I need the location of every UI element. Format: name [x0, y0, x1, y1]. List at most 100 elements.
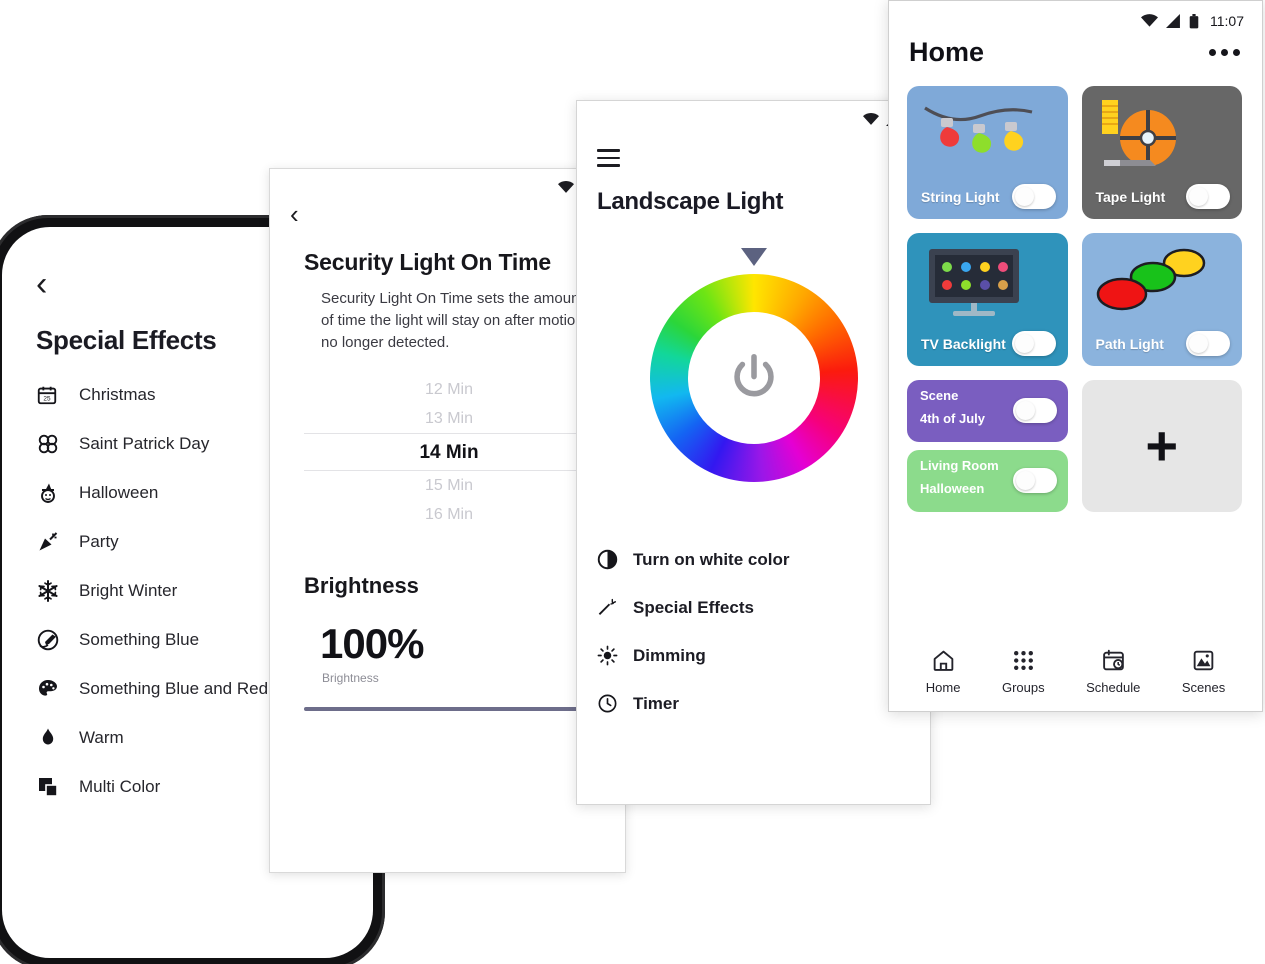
device-card-tv-backlight[interactable]: TV Backlight — [907, 233, 1068, 366]
device-name: TV Backlight — [921, 335, 1006, 352]
layers-icon — [36, 775, 76, 799]
device-toggle[interactable] — [1011, 331, 1056, 356]
device-card-path-light[interactable]: Path Light — [1081, 233, 1243, 366]
device-toggle[interactable] — [1186, 331, 1230, 356]
tv-backlight-art — [921, 245, 1033, 323]
scene-toggle[interactable] — [1012, 468, 1057, 493]
power-icon — [725, 349, 783, 407]
card-footer: TV Backlight — [907, 331, 1068, 356]
tape-light-art — [1096, 98, 1206, 176]
scenes-icon — [1191, 648, 1216, 673]
brightness-icon — [597, 645, 633, 666]
picker-option[interactable]: 12 Min — [304, 375, 594, 404]
clover-icon — [36, 432, 76, 456]
magic-wand-icon — [597, 597, 633, 618]
brightness-value: 100% — [320, 619, 424, 667]
power-button[interactable] — [687, 311, 820, 444]
list-item-label: Something Blue and Red — [79, 678, 269, 698]
picker-option-selected[interactable]: 14 Min — [304, 432, 594, 471]
device-toggle[interactable] — [1186, 184, 1230, 209]
nav-label: Groups — [1001, 680, 1045, 695]
nav-label: Scenes — [1181, 680, 1226, 695]
device-card-string-light[interactable]: String Light — [907, 86, 1068, 219]
page-title: Home — [909, 37, 985, 67]
brightness-heading: Brightness — [304, 572, 419, 598]
page-description: Security Light On Time sets the amount o… — [321, 290, 599, 352]
flame-icon — [36, 726, 76, 750]
status-bar — [577, 101, 930, 127]
contrast-icon — [597, 549, 633, 570]
battery-icon — [1189, 13, 1199, 29]
status-bar — [270, 169, 625, 195]
device-name: Tape Light — [1095, 188, 1166, 205]
hamburger-icon[interactable] — [577, 127, 930, 167]
home-screen: 11:07 Home String Light Tape Light TV Ba… — [888, 0, 1263, 712]
list-item-label: Something Blue — [79, 629, 200, 649]
color-wheel-control[interactable] — [577, 230, 930, 520]
paint-brush-circle-icon — [36, 628, 76, 652]
picker-option[interactable]: 13 Min — [304, 404, 594, 433]
nav-item-groups[interactable]: Groups — [1002, 648, 1045, 695]
wifi-icon — [558, 180, 574, 194]
path-light-art — [1096, 245, 1208, 321]
wifi-icon — [1141, 14, 1158, 28]
nav-item-scenes[interactable]: Scenes — [1182, 648, 1225, 695]
schedule-icon — [1101, 648, 1126, 673]
nav-item-home[interactable]: Home — [925, 648, 961, 695]
device-grid: String Light Tape Light TV Backlight Pat… — [889, 68, 1262, 512]
more-horizontal-icon[interactable] — [1209, 49, 1240, 56]
list-item-label: Party — [79, 531, 119, 551]
menu-item-label: Dimming — [633, 645, 706, 665]
page-title: Landscape Light — [597, 187, 784, 215]
device-toggle[interactable] — [1011, 184, 1056, 209]
string-light-art — [921, 98, 1036, 170]
menu-item-timer[interactable]: Timer — [597, 680, 930, 728]
device-name: String Light — [921, 188, 1000, 205]
list-item-label: Warm — [79, 727, 124, 747]
nav-label: Home — [925, 680, 961, 695]
list-item-label: Halloween — [79, 482, 159, 502]
list-item-label: Christmas — [79, 384, 156, 404]
menu-item-label: Special Effects — [633, 597, 754, 617]
menu-item-label: Turn on white color — [633, 549, 790, 569]
status-time: 11:07 — [1210, 13, 1244, 29]
home-icon — [931, 648, 956, 673]
nav-label: Schedule — [1086, 680, 1141, 695]
on-time-picker[interactable]: 12 Min 13 Min 14 Min 15 Min 16 Min — [270, 375, 625, 529]
scene-toggle[interactable] — [1012, 398, 1057, 423]
color-wheel[interactable] — [649, 273, 858, 482]
landscape-menu-list: Turn on white color Special Effects Dimm… — [577, 520, 930, 728]
nav-item-schedule[interactable]: Schedule — [1086, 648, 1140, 695]
brightness-caption: Brightness — [322, 670, 379, 685]
card-footer: Path Light — [1082, 331, 1243, 356]
picker-option[interactable]: 16 Min — [304, 500, 594, 529]
card-footer: String Light — [907, 184, 1068, 209]
palette-icon — [36, 677, 76, 701]
chevron-left-icon[interactable]: ‹ — [270, 195, 625, 227]
picker-option[interactable]: 15 Min — [304, 471, 594, 500]
home-header: Home — [889, 31, 1262, 68]
grid-icon — [1011, 648, 1036, 673]
device-card-tape-light[interactable]: Tape Light — [1081, 86, 1243, 219]
list-item-label: Saint Patrick Day — [79, 433, 210, 453]
menu-item-white-color[interactable]: Turn on white color — [597, 536, 930, 584]
scene-column: Scene 4th of July Living Room Halloween — [907, 380, 1068, 512]
chevron-left-icon[interactable]: ‹ — [36, 267, 66, 301]
bottom-navigation: Home Groups Schedule Scenes — [889, 648, 1262, 705]
calendar-icon: 25 — [36, 384, 76, 406]
triangle-pointer-icon[interactable] — [740, 247, 767, 266]
card-footer: Tape Light — [1082, 184, 1243, 209]
scene-card-living-room-halloween[interactable]: Living Room Halloween — [907, 450, 1068, 512]
snowflake-icon — [36, 579, 76, 603]
scene-card-4th-of-july[interactable]: Scene 4th of July — [907, 380, 1068, 442]
page-title: Security Light On Time — [304, 249, 551, 275]
device-name: Path Light — [1095, 335, 1164, 352]
list-item-label: Bright Winter — [79, 580, 178, 600]
status-bar: 11:07 — [889, 1, 1262, 31]
menu-item-special-effects[interactable]: Special Effects — [597, 584, 930, 632]
menu-item-dimming[interactable]: Dimming — [597, 632, 930, 680]
add-device-card[interactable]: + — [1081, 380, 1242, 512]
svg-text:25: 25 — [43, 395, 51, 402]
clock-icon — [597, 693, 633, 714]
plus-icon[interactable]: + — [1145, 418, 1178, 474]
